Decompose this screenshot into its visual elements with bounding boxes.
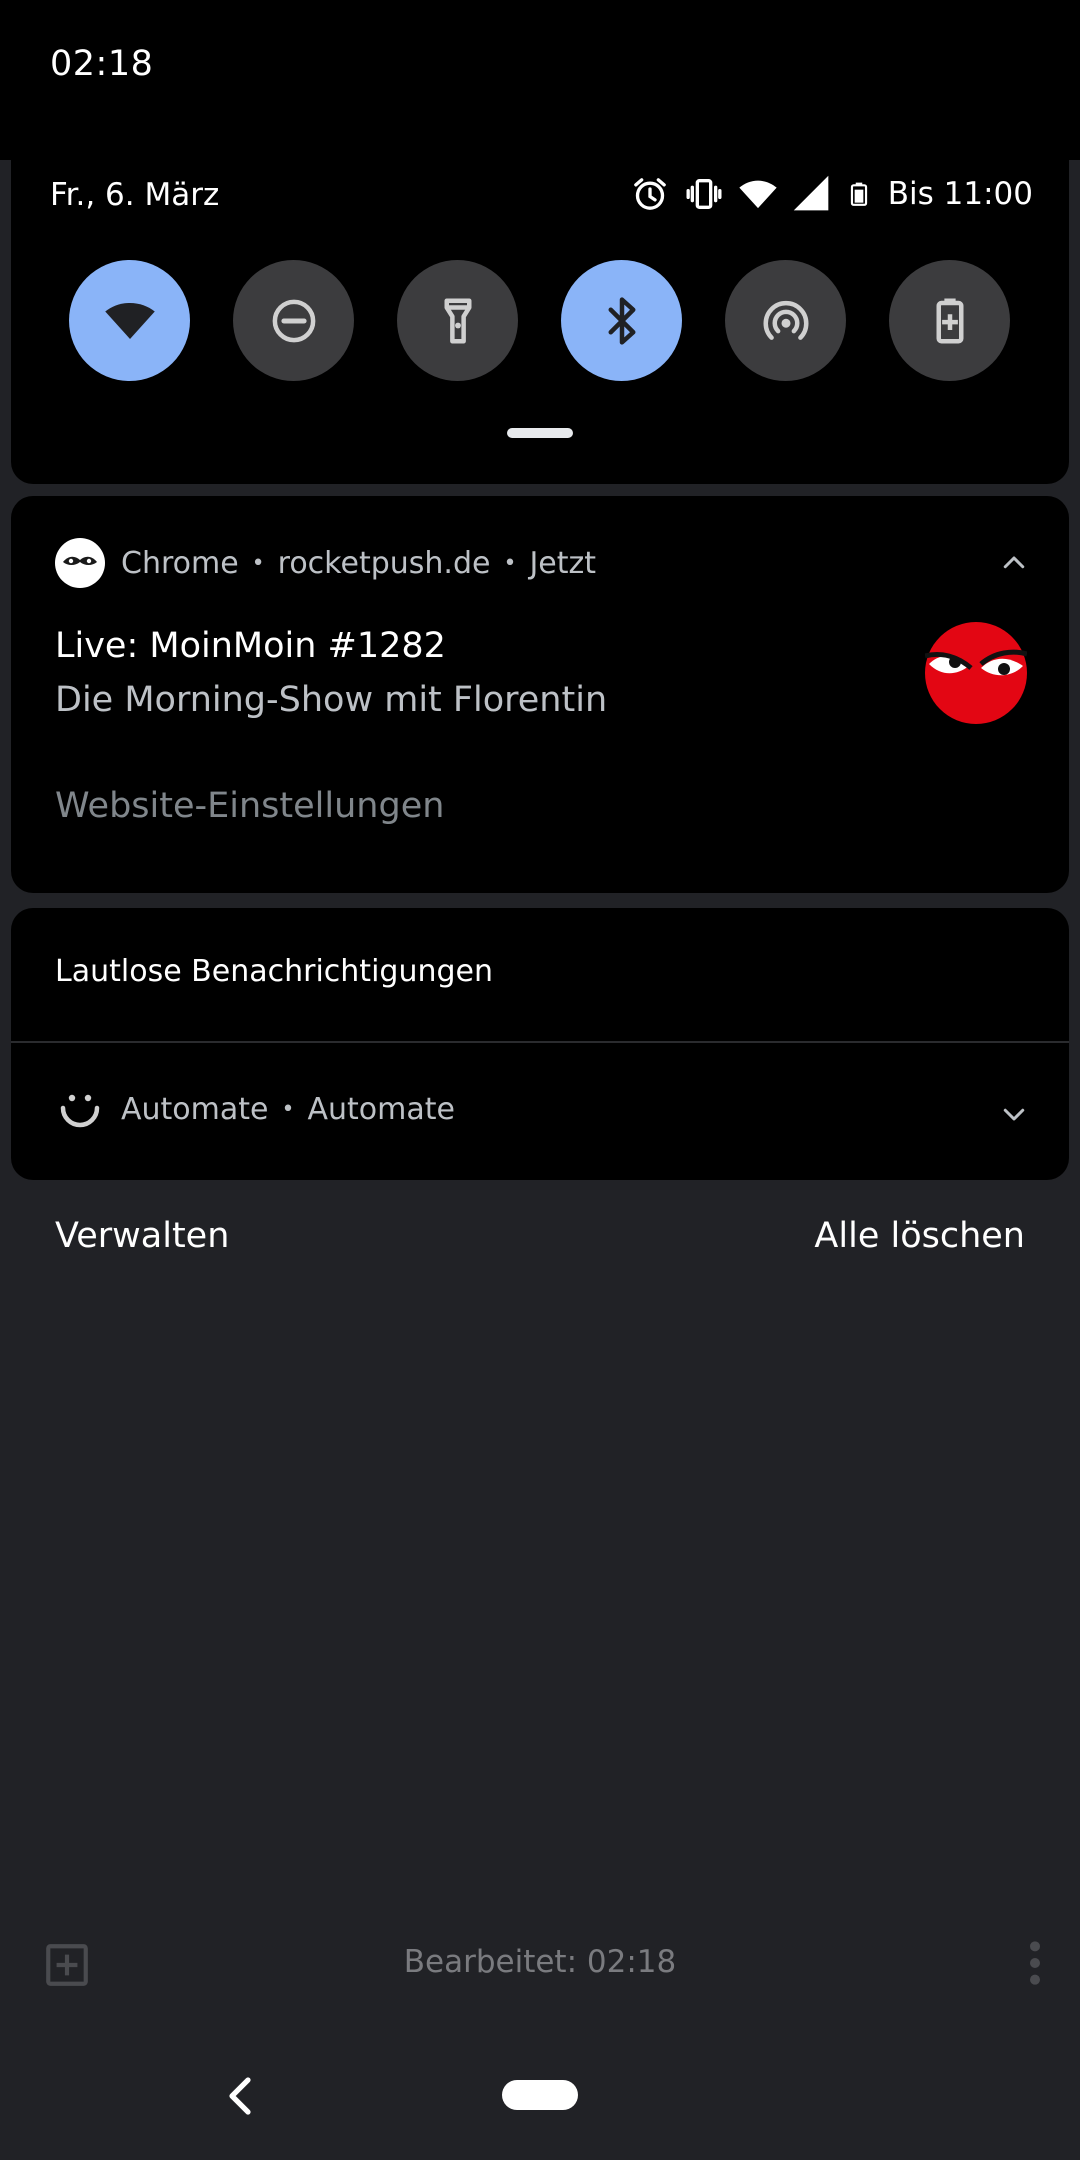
hotspot-icon bbox=[763, 300, 808, 340]
alarm-icon bbox=[633, 178, 666, 210]
edited-timestamp: Bearbeitet: 02:18 bbox=[403, 1944, 677, 1980]
notification-footer: Verwalten Alle löschen bbox=[55, 1216, 1025, 1256]
notification-shade: 02:18 Fr., 6. März Bis 11:00 Chrome • ro… bbox=[0, 0, 1080, 2160]
clear-all-button[interactable]: Alle löschen bbox=[814, 1216, 1025, 1256]
wifi-signal-icon bbox=[739, 180, 777, 209]
silent-notifications-header: Lautlose Benachrichtigungen bbox=[55, 954, 493, 989]
app-avatar-icon bbox=[55, 538, 105, 588]
notification-large-icon bbox=[925, 622, 1027, 724]
notification-title: Live: MoinMoin #1282 bbox=[55, 626, 446, 666]
notification-text: Die Morning-Show mit Florentin bbox=[55, 680, 608, 720]
website-settings-action[interactable]: Website-Einstellungen bbox=[55, 786, 444, 826]
cell-signal-icon bbox=[793, 175, 829, 211]
qs-drag-handle[interactable] bbox=[507, 428, 573, 438]
status-bar-clock: 02:18 bbox=[50, 44, 154, 84]
silent-notifications-section: Lautlose Benachrichtigungen Automate • A… bbox=[11, 908, 1069, 1180]
vibrate-icon bbox=[686, 179, 722, 209]
battery-icon bbox=[850, 182, 867, 206]
qs-tile-battery-saver[interactable] bbox=[889, 260, 1010, 381]
bluetooth-icon bbox=[608, 296, 635, 345]
qs-tile-flashlight[interactable] bbox=[397, 260, 518, 381]
home-pill[interactable] bbox=[502, 2080, 578, 2110]
notification-source: rocketpush.de bbox=[277, 545, 491, 581]
do-not-disturb-icon bbox=[272, 299, 315, 342]
notification-chrome[interactable]: Chrome • rocketpush.de • Jetzt Live: Moi… bbox=[11, 496, 1069, 893]
automate-subtext: Automate bbox=[307, 1091, 455, 1127]
qs-tile-bluetooth[interactable] bbox=[561, 260, 682, 381]
chevron-down-icon[interactable] bbox=[999, 1099, 1029, 1129]
qs-tile-wifi[interactable] bbox=[69, 260, 190, 381]
automate-app-name: Automate bbox=[121, 1091, 269, 1127]
qs-tile-hotspot[interactable] bbox=[725, 260, 846, 381]
back-icon[interactable] bbox=[226, 2076, 256, 2116]
flashlight-icon bbox=[444, 298, 471, 343]
notification-automate[interactable]: Automate • Automate bbox=[55, 1084, 455, 1134]
wifi-icon bbox=[104, 302, 155, 339]
battery-estimate: Bis 11:00 bbox=[887, 176, 1033, 212]
automate-smiley-icon bbox=[60, 1094, 100, 1128]
quick-settings-panel: Fr., 6. März Bis 11:00 bbox=[11, 110, 1069, 484]
notification-time: Jetzt bbox=[529, 545, 597, 581]
more-vert-icon[interactable] bbox=[1020, 1938, 1050, 1988]
notification-app-name: Chrome bbox=[121, 545, 239, 581]
chevron-up-icon[interactable] bbox=[999, 548, 1029, 578]
qs-tiles bbox=[69, 260, 1019, 382]
battery-saver-icon bbox=[936, 298, 963, 343]
qs-date[interactable]: Fr., 6. März bbox=[50, 177, 219, 213]
qs-tile-do-not-disturb[interactable] bbox=[233, 260, 354, 381]
section-divider bbox=[11, 1041, 1069, 1043]
manage-button[interactable]: Verwalten bbox=[55, 1216, 229, 1256]
notification-header: Chrome • rocketpush.de • Jetzt bbox=[55, 538, 596, 588]
qs-status-icons: Bis 11:00 bbox=[630, 172, 1033, 216]
